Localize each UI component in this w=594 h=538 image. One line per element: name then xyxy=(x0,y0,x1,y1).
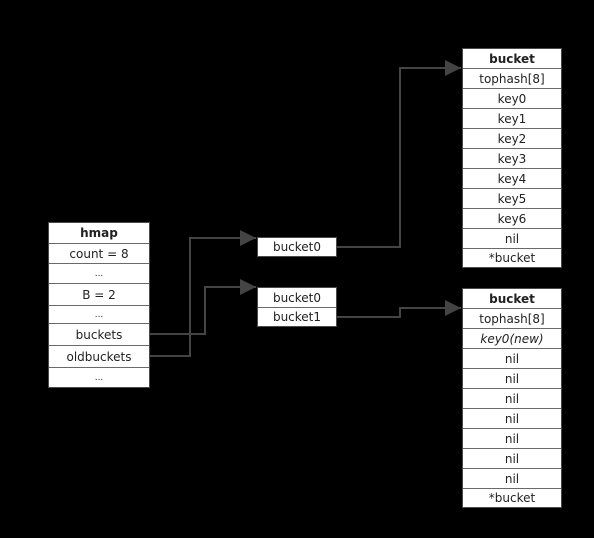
bucket-field: nil xyxy=(463,469,561,489)
bucket-field: nil xyxy=(463,389,561,409)
bucket-field: key2 xyxy=(463,129,561,149)
hmap-field-B: B = 2 xyxy=(49,284,149,306)
oldbuckets-arrow xyxy=(150,230,256,357)
new-bucket-array-item: bucket1 xyxy=(272,310,322,324)
bucket-field: tophash[8] xyxy=(463,309,561,329)
bucket-field: nil xyxy=(463,349,561,369)
bucket-field: key0 xyxy=(463,89,561,109)
bucket-overflow-field: *bucket xyxy=(488,491,536,505)
bucket1-arrow xyxy=(337,300,461,318)
old-bucket-array-item: bucket0 xyxy=(272,240,322,254)
hmap-field-ellipsis: ... xyxy=(94,372,104,383)
hmap-struct: hmap count = 8 ... B = 2 ... buckets old… xyxy=(48,222,150,388)
bucket-field: nil xyxy=(463,449,561,469)
hmap-title: hmap xyxy=(49,223,149,244)
bucket-field: nil xyxy=(463,369,561,389)
bucket-title: bucket xyxy=(463,289,561,309)
hmap-field-oldbuckets: oldbuckets xyxy=(49,346,149,368)
bucket-field: key3 xyxy=(463,149,561,169)
bucket-field: nil xyxy=(463,429,561,449)
hmap-field-ellipsis: ... xyxy=(49,306,149,324)
bucket-title: bucket xyxy=(463,49,561,69)
hmap-field-count: count = 8 xyxy=(49,244,149,264)
bucket-field: tophash[8] xyxy=(463,69,561,89)
bucket-struct-new: bucket tophash[8] key0(new) nil nil nil … xyxy=(462,288,562,508)
hmap-field-buckets: buckets xyxy=(49,324,149,346)
hmap-field-ellipsis: ... xyxy=(49,264,149,284)
new-bucket-array-item: bucket0 xyxy=(258,288,336,308)
bucket-field: nil xyxy=(463,229,561,249)
bucket-field: nil xyxy=(463,409,561,429)
bucket-field: key4 xyxy=(463,169,561,189)
buckets-arrow xyxy=(150,279,256,335)
bucket-field: key5 xyxy=(463,189,561,209)
bucket-struct-old: bucket tophash[8] key0 key1 key2 key3 ke… xyxy=(462,48,562,268)
old-bucket-array: bucket0 xyxy=(257,237,337,257)
bucket-field-new-key: key0(new) xyxy=(463,329,561,349)
new-bucket-array: bucket0 bucket1 xyxy=(257,287,337,327)
bucket-field: key1 xyxy=(463,109,561,129)
bucket-field: key6 xyxy=(463,209,561,229)
bucket-overflow-field: *bucket xyxy=(488,251,536,265)
old-bucket0-arrow xyxy=(337,60,461,248)
